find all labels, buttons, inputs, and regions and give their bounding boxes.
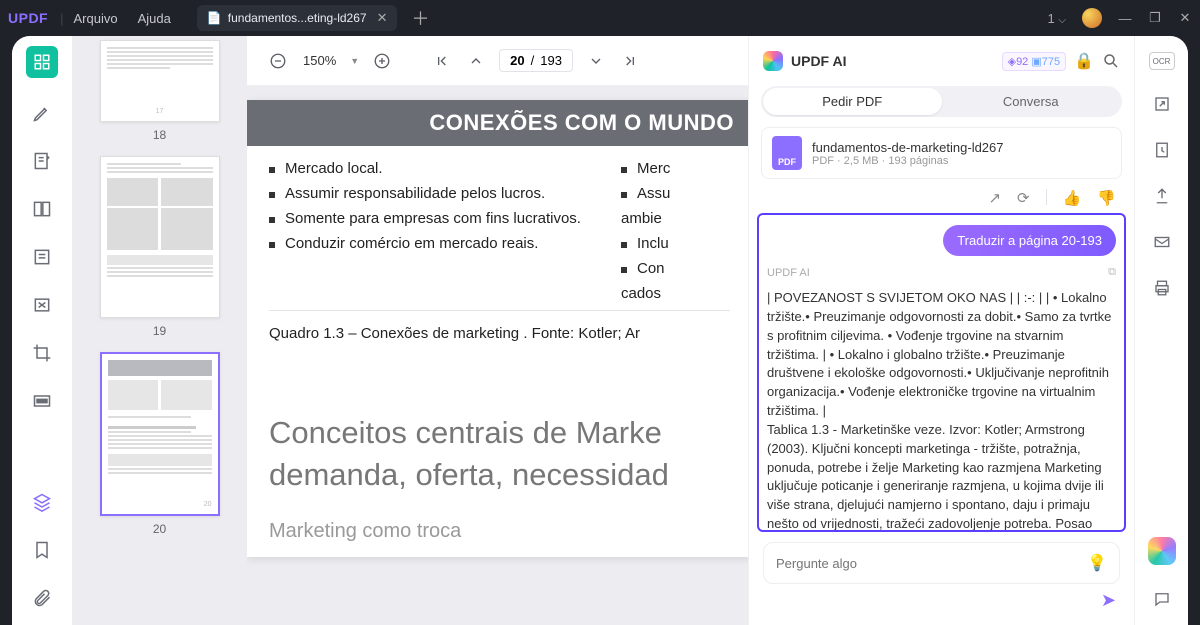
zoom-dropdown-icon[interactable]: ▼ <box>350 56 359 66</box>
avatar[interactable] <box>1082 8 1102 28</box>
tab-chat[interactable]: Conversa <box>942 88 1121 115</box>
refresh-icon[interactable]: ⟳ <box>1017 189 1030 207</box>
share-icon[interactable] <box>1150 184 1174 208</box>
right-rail: OCR <box>1134 36 1188 625</box>
annotate-icon[interactable] <box>29 148 55 174</box>
app-logo: UPDF <box>8 10 48 26</box>
page-indicator[interactable]: 20 / 193 <box>499 49 573 72</box>
ai-input-field[interactable] <box>776 556 1077 571</box>
credits-badge[interactable]: ◈92 ▣775 <box>1002 52 1066 71</box>
tab-ask-pdf[interactable]: Pedir PDF <box>763 88 942 115</box>
thumbnails-icon[interactable] <box>26 46 58 78</box>
tab-doc-icon: 📄 <box>207 11 222 25</box>
ai-response: | POVEZANOST S SVIJETOM OKO NAS | | :-: … <box>767 289 1116 532</box>
ai-logo-icon <box>763 51 783 71</box>
suggestions-icon[interactable]: 💡 <box>1087 553 1107 573</box>
section-heading: Conceitos centrais de Marke demanda, ofe… <box>269 412 730 496</box>
thumbnail-panel: 17 18 19 <box>72 36 247 625</box>
search-icon[interactable] <box>1102 52 1120 70</box>
close-window-icon[interactable]: ✕ <box>1178 11 1192 25</box>
ai-file-name: fundamentos-de-marketing-ld267 <box>812 140 1004 155</box>
tab-title: fundamentos...eting-ld267 <box>228 11 367 25</box>
edit-icon[interactable] <box>29 100 55 126</box>
send-button[interactable]: ➤ <box>763 584 1120 611</box>
ai-file-meta: PDF · 2,5 MB · 193 páginas <box>812 155 1004 167</box>
document-view[interactable]: CONEXÕES COM O MUNDO Mercado local.Merc … <box>247 86 752 625</box>
first-page-icon[interactable] <box>431 50 453 72</box>
zoom-out-icon[interactable] <box>267 50 289 72</box>
layers-icon[interactable] <box>29 489 55 515</box>
prev-page-icon[interactable] <box>465 50 487 72</box>
ai-file-card[interactable]: PDF fundamentos-de-marketing-ld267 PDF ·… <box>761 127 1122 179</box>
ai-tabs: Pedir PDF Conversa <box>761 86 1122 117</box>
thumbs-down-icon[interactable]: 👎 <box>1097 189 1116 207</box>
bookmark-icon[interactable] <box>29 537 55 563</box>
pdf-icon: PDF <box>772 136 802 170</box>
redact-icon[interactable] <box>29 388 55 414</box>
ai-header: UPDF AI ◈92 ▣775 🔒 <box>749 36 1134 86</box>
thumbs-up-icon[interactable]: 👍 <box>1063 189 1082 207</box>
document-tab[interactable]: 📄 fundamentos...eting-ld267 ✕ <box>197 5 398 31</box>
figure-caption: Quadro 1.3 – Conexões de marketing . Fon… <box>269 325 730 342</box>
pages-icon[interactable] <box>29 196 55 222</box>
thumbnail-selected[interactable]: 20 <box>100 352 220 516</box>
page: CONEXÕES COM O MUNDO Mercado local.Merc … <box>247 100 752 557</box>
export-icon[interactable] <box>1150 92 1174 116</box>
close-icon[interactable]: ✕ <box>377 10 388 26</box>
subsection-heading: Marketing como troca <box>269 520 730 543</box>
thumbnail[interactable] <box>100 156 220 318</box>
menu-help[interactable]: Ajuda <box>138 11 171 26</box>
ai-input-area: 💡 ➤ <box>749 532 1134 625</box>
ai-title: UPDF AI <box>791 53 994 69</box>
ai-input-box[interactable]: 💡 <box>763 542 1120 584</box>
window-count[interactable]: 1 ⌵ <box>1048 11 1066 26</box>
ai-chat-area: Traduzir a página 20-193 UPDF AI ⧉ | POV… <box>757 213 1126 532</box>
comment-icon[interactable] <box>1150 587 1174 611</box>
compress-icon[interactable] <box>29 292 55 318</box>
copy-icon[interactable]: ⧉ <box>1108 266 1116 279</box>
new-tab-button[interactable]: ＋ <box>411 5 429 31</box>
print-icon[interactable] <box>1150 276 1174 300</box>
left-rail <box>12 36 72 625</box>
ai-response-label: UPDF AI ⧉ <box>767 266 1116 279</box>
email-icon[interactable] <box>1150 230 1174 254</box>
ai-button[interactable] <box>1148 537 1176 565</box>
maximize-icon[interactable]: ❐ <box>1148 11 1162 25</box>
thumbnail-page-number: 18 <box>72 128 247 142</box>
thumbnail-page-number: 20 <box>72 522 247 536</box>
open-external-icon[interactable]: ↗ <box>988 189 1001 207</box>
minimize-icon[interactable]: — <box>1118 11 1132 25</box>
last-page-icon[interactable] <box>619 50 641 72</box>
form-icon[interactable] <box>29 244 55 270</box>
ai-panel: UPDF AI ◈92 ▣775 🔒 Pedir PDF Conversa PD… <box>748 36 1134 625</box>
menu-file[interactable]: Arquivo <box>74 11 118 26</box>
thumbnail[interactable]: 17 <box>100 40 220 122</box>
ocr-icon[interactable]: OCR <box>1149 52 1175 70</box>
zoom-in-icon[interactable] <box>371 50 393 72</box>
user-message: Traduzir a página 20-193 <box>943 225 1116 256</box>
divider: | <box>60 11 63 26</box>
ai-message-actions: ↗ ⟳ 👍 👎 <box>749 187 1134 213</box>
page-section-header: CONEXÕES COM O MUNDO <box>247 100 752 146</box>
attachment-icon[interactable] <box>29 585 55 611</box>
next-page-icon[interactable] <box>585 50 607 72</box>
main-area: 17 18 19 <box>12 36 1188 625</box>
total-pages: 193 <box>540 53 562 68</box>
zoom-value[interactable]: 150% <box>303 53 336 68</box>
convert-icon[interactable] <box>1150 138 1174 162</box>
current-page: 20 <box>510 53 524 68</box>
lock-icon[interactable]: 🔒 <box>1074 51 1094 71</box>
crop-icon[interactable] <box>29 340 55 366</box>
titlebar: UPDF | Arquivo Ajuda 📄 fundamentos...eti… <box>0 0 1200 36</box>
thumbnail-page-number: 19 <box>72 324 247 338</box>
